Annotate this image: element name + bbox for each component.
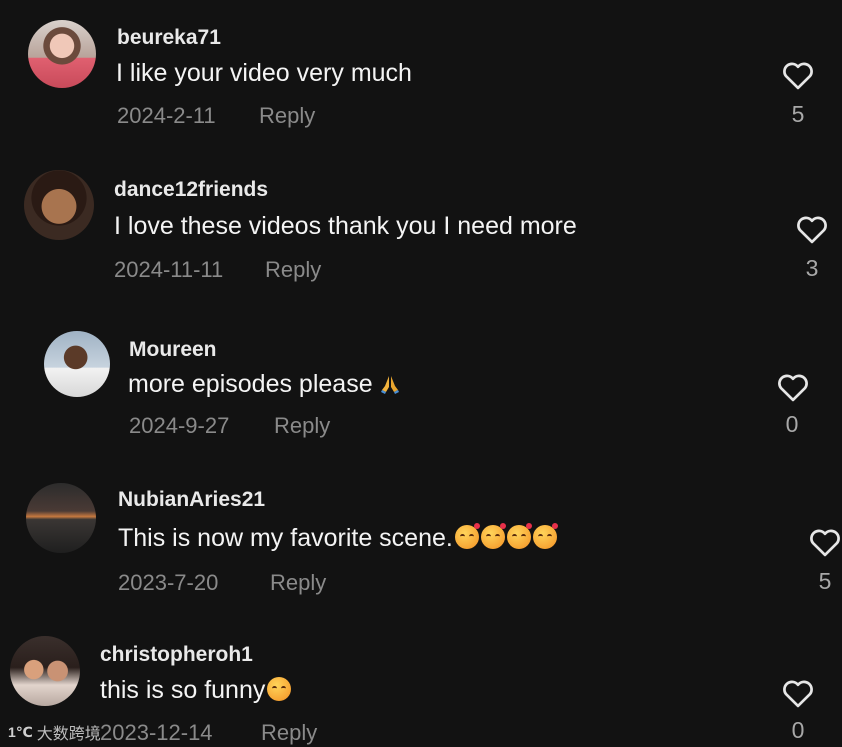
avatar[interactable] (26, 483, 96, 553)
like-count: 0 (785, 411, 799, 437)
comment-date: 2024-9-27 (129, 413, 230, 438)
watermark-logo: 1℃ (8, 723, 33, 740)
praying-hands-emoji-icon (380, 376, 399, 394)
heart-outline-icon (783, 680, 813, 708)
like-count: 3 (805, 255, 819, 281)
smiling-hearts-emoji-icon (506, 523, 532, 549)
comment-text: I love these videos thank you I need mor… (114, 212, 577, 240)
comment-item: christopheroh1 this is so funny 2023-12-… (0, 0, 842, 745)
heart-outline-icon (797, 216, 827, 244)
comments-panel: beureka71 I like your video very much 20… (0, 0, 842, 747)
smiling-hearts-emoji-icon (532, 523, 558, 549)
like-count: 5 (818, 568, 832, 594)
reply-button[interactable]: Reply (261, 720, 317, 746)
comment-text-content: more episodes please (128, 370, 373, 398)
smiling-hearts-emoji-icon (480, 523, 506, 549)
like-button[interactable] (776, 372, 816, 406)
reply-button[interactable]: Reply (265, 257, 321, 283)
comment-text-content: This is now my favorite scene. (118, 524, 453, 552)
comment-date: 2024-11-11 (114, 257, 224, 282)
like-button[interactable] (795, 214, 835, 248)
comment-text: This is now my favorite scene. (118, 523, 558, 553)
heart-outline-icon (810, 529, 840, 557)
laughing-tears-emoji-icon (267, 677, 292, 701)
smiling-hearts-emoji-icon (454, 523, 480, 549)
comment-username[interactable]: christopheroh1 (100, 643, 253, 667)
comment-text-content: this is so funny (100, 676, 266, 704)
comment-text: this is so funny (100, 676, 292, 705)
like-button[interactable] (808, 527, 842, 561)
like-count: 0 (791, 717, 805, 743)
reply-button[interactable]: Reply (270, 570, 326, 596)
comment-username[interactable]: Moureen (129, 338, 217, 362)
watermark: 1℃ 大数跨境 (8, 720, 101, 744)
avatar[interactable] (24, 170, 94, 240)
comment-date: 2023-7-20 (118, 570, 219, 595)
comment-date: 2023-12-14 (100, 720, 213, 745)
heart-outline-icon (778, 374, 808, 402)
comment-username[interactable]: dance12friends (114, 178, 268, 202)
avatar[interactable] (44, 331, 110, 397)
reply-button[interactable]: Reply (274, 413, 330, 439)
comment-username[interactable]: NubianAries21 (118, 488, 265, 512)
comment-text: more episodes please (128, 370, 401, 399)
watermark-text: 大数跨境 (36, 726, 101, 743)
like-button[interactable] (781, 678, 821, 712)
avatar[interactable] (10, 636, 80, 706)
